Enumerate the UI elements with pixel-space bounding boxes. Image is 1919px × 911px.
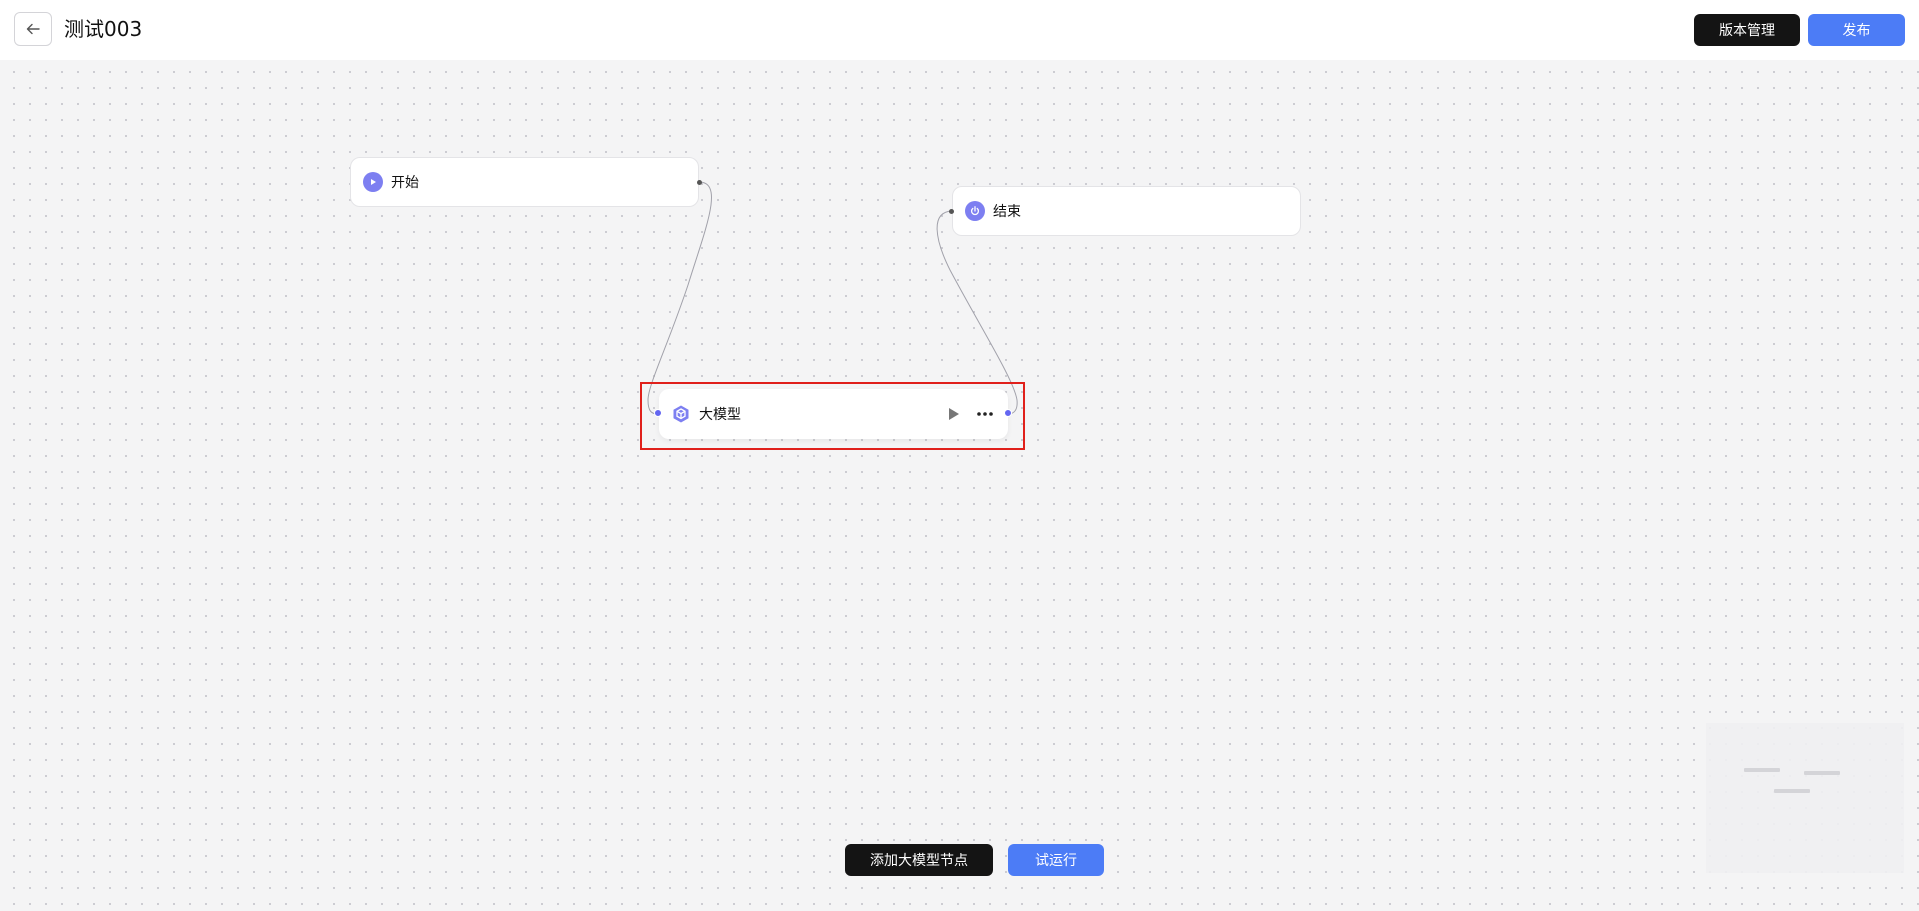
node-llm-actions [948,389,994,439]
minimap-node-llm [1774,789,1810,793]
node-end-label: 结束 [993,204,1021,220]
minimap[interactable] [1706,723,1904,873]
run-node-button[interactable] [948,407,960,421]
cube-icon [671,404,691,424]
node-llm[interactable]: 大模型 [659,389,1008,439]
page-title: 测试003 [64,17,143,41]
version-management-button[interactable]: 版本管理 [1694,14,1800,46]
power-icon [965,201,985,221]
add-llm-node-button[interactable]: 添加大模型节点 [845,844,993,876]
node-start-label: 开始 [391,175,419,191]
back-button[interactable] [14,12,52,46]
arrow-left-icon [26,23,40,35]
trial-run-button[interactable]: 试运行 [1008,844,1104,876]
minimap-node-end [1804,771,1840,775]
more-options-button[interactable] [976,411,994,417]
llm-input-handle[interactable] [654,409,662,417]
node-start[interactable]: 开始 [350,157,699,207]
play-icon [949,408,959,420]
node-llm-label: 大模型 [699,407,741,423]
more-horizontal-icon [977,412,993,416]
publish-button[interactable]: 发布 [1808,14,1905,46]
end-input-handle[interactable] [949,209,954,214]
node-end[interactable]: 结束 [952,186,1301,236]
play-circle-icon [363,172,383,192]
minimap-node-start [1744,768,1780,772]
start-output-handle[interactable] [697,180,702,185]
llm-output-handle[interactable] [1004,409,1012,417]
top-header: 测试003 版本管理 发布 [0,0,1919,60]
